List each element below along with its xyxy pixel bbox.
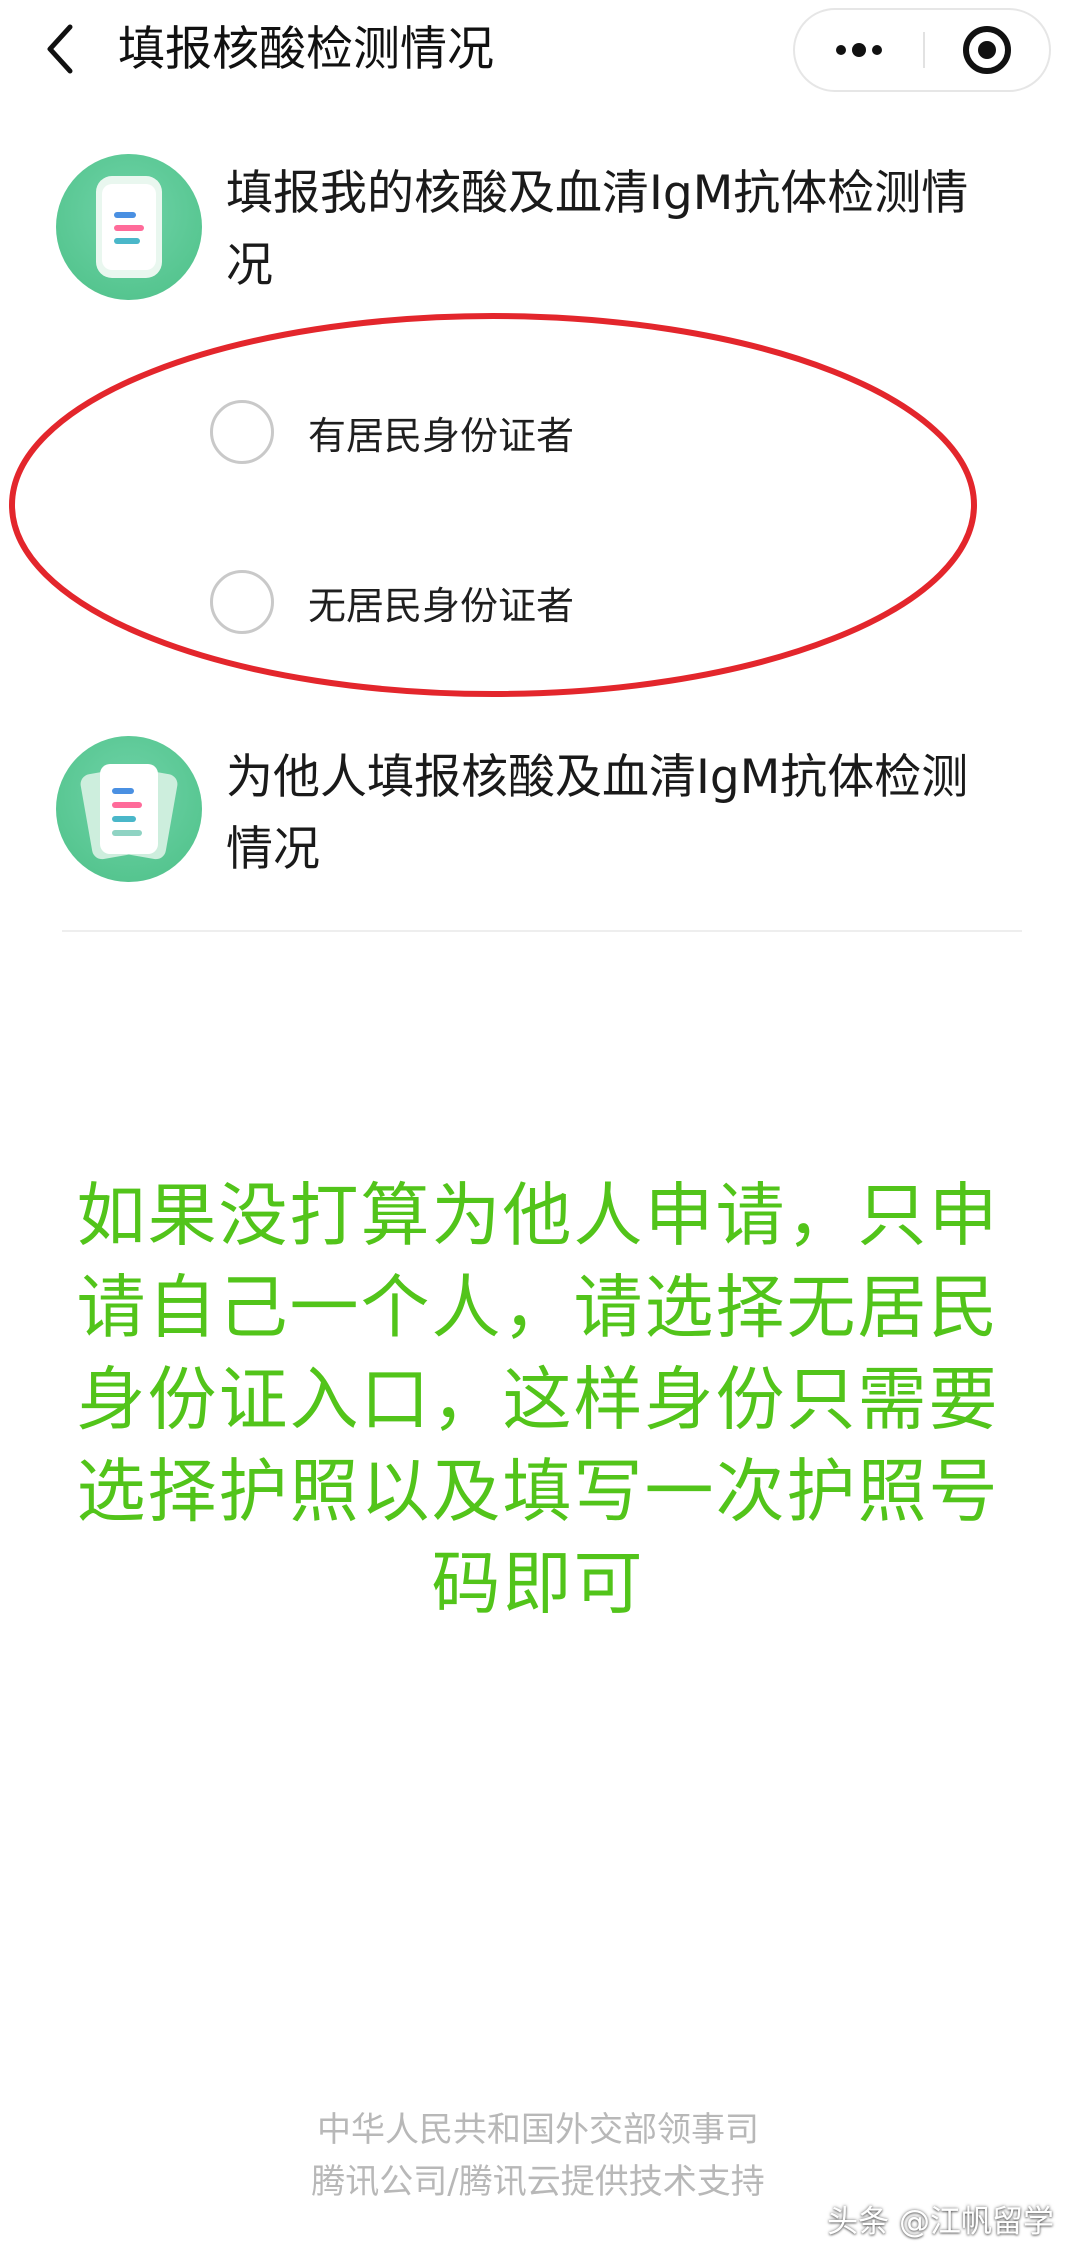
radio-label: 有居民身份证者: [308, 413, 575, 458]
annotation-note: 如果没打算为他人申请，只申请自己一个人，请选择无居民身份证入口，这样身份只需要选…: [76, 1176, 1000, 1624]
document-icon: [56, 154, 202, 300]
radio-button[interactable]: [210, 400, 274, 464]
close-button[interactable]: [925, 10, 1049, 90]
nav-bar: 填报核酸检测情况: [0, 0, 1076, 100]
chevron-left-icon: [47, 24, 73, 74]
page-title: 填报核酸检测情况: [118, 22, 494, 77]
back-button[interactable]: [30, 14, 90, 84]
more-dots-icon: [836, 43, 882, 57]
radio-label: 无居民身份证者: [308, 583, 575, 628]
radio-has-id-card[interactable]: 有居民身份证者: [210, 396, 574, 468]
option-others-title[interactable]: 为他人填报核酸及血清IgM抗体检测情况: [226, 742, 1006, 886]
footer: 中华人民共和国外交部领事司 腾讯公司/腾讯云提供技术支持: [0, 2104, 1076, 2208]
highlight-ellipse: [9, 313, 977, 697]
footer-line-consular: 中华人民共和国外交部领事司: [317, 2110, 759, 2150]
watermark: 头条 @江帆留学: [827, 2204, 1054, 2240]
target-close-icon: [963, 26, 1011, 74]
radio-button[interactable]: [210, 570, 274, 634]
divider: [62, 930, 1022, 932]
more-button[interactable]: [795, 10, 923, 90]
mini-program-capsule: [793, 8, 1051, 92]
documents-stack-icon: [56, 736, 202, 882]
radio-no-id-card[interactable]: 无居民身份证者: [210, 566, 574, 638]
option-self-title[interactable]: 填报我的核酸及血清IgM抗体检测情况: [226, 158, 1006, 302]
